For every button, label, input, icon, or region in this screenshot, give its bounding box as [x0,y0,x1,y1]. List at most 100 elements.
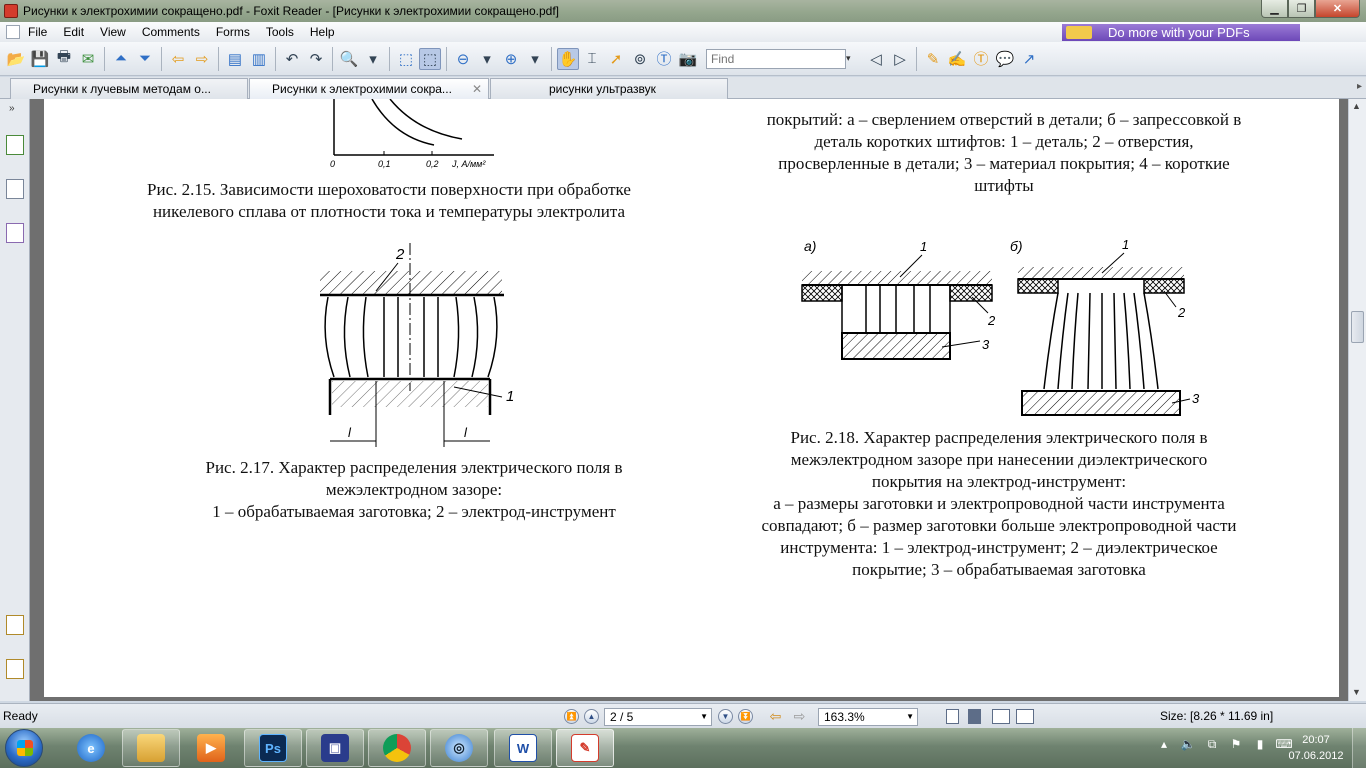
first-page-icon[interactable]: ⏫ [564,709,579,724]
find-next-icon[interactable]: ▷ [889,48,911,70]
select-text-icon[interactable]: ⌶ [581,48,603,70]
menu-view[interactable]: View [92,22,134,42]
taskbar-network[interactable]: ◎ [430,729,488,767]
zoom-dropdown-icon[interactable]: ▼ [906,712,914,721]
redo-icon[interactable]: ↷ [305,48,327,70]
menu-forms[interactable]: Forms [208,22,258,42]
promo-banner[interactable]: Do more with your PDFs [1062,24,1300,41]
show-desktop-button[interactable] [1352,728,1366,768]
scrollbar-thumb[interactable] [1351,311,1364,343]
pencil-tool-icon[interactable]: ✎ [922,48,944,70]
hand-tool-icon[interactable]: ✋ [557,47,579,70]
taskbar-media-player[interactable]: ▶ [182,729,240,767]
tab-close-icon[interactable]: ✕ [472,79,482,99]
system-clock[interactable]: 20:07 07.06.2012 [1288,732,1344,764]
scroll-down-icon[interactable]: ▼ [1352,687,1361,697]
menu-edit[interactable]: Edit [55,22,92,42]
single-page-view-icon[interactable] [946,709,959,724]
network-status-icon[interactable]: ⧉ [1204,736,1220,752]
forward-icon[interactable]: ⇨ [191,48,213,70]
arrow-tool-icon[interactable]: ↗ [1018,48,1040,70]
next-page-status-icon[interactable]: ▼ [718,709,733,724]
pages-thumbnails-icon[interactable] [6,179,24,199]
taskbar-foxit[interactable]: ✎ [556,729,614,767]
tab-scroll-right-icon[interactable]: ▸ [1357,81,1362,92]
print-icon[interactable]: 🖶 [53,48,75,70]
continuous-page-icon[interactable]: ▥ [248,48,270,70]
expand-panel-icon[interactable]: » [9,103,15,114]
bookmarks-icon[interactable] [6,135,24,155]
zoom-dropdown-icon[interactable]: ▾ [362,48,384,70]
axis-label-j: J, А/мм² [451,159,486,169]
attachments-icon[interactable] [6,659,24,679]
previous-page-icon[interactable]: ⏶ [110,48,132,70]
zoom-level-field[interactable]: 163.3% ▼ [818,708,918,726]
layers-icon[interactable] [6,223,24,243]
comment-tool-icon[interactable]: 💬 [994,48,1016,70]
find-previous-icon[interactable]: ◁ [865,48,887,70]
toolbar-separator [389,46,390,71]
menu-tools[interactable]: Tools [258,22,302,42]
previous-view-icon[interactable]: ⇦ [768,708,783,724]
find-input[interactable] [706,48,846,69]
menu-comments[interactable]: Comments [134,22,208,42]
prev-page-icon[interactable]: ▲ [584,709,599,724]
open-icon[interactable]: 📂 [5,48,27,70]
note-tool-icon[interactable]: ✍ [946,48,968,70]
fit-page-icon[interactable]: ⬚ [395,48,417,70]
vertical-scrollbar[interactable]: ▲ ▼ [1348,99,1366,701]
document-viewport[interactable]: 0 0,1 0,2 J, А/мм² Рис. 2.15. Зависимост… [30,99,1348,701]
comments-panel-icon[interactable] [6,615,24,635]
tab-ultrasound[interactable]: рисунки ультразвук [490,78,728,99]
taskbar-explorer[interactable] [122,729,180,767]
taskbar-ie[interactable]: e [62,729,120,767]
undo-icon[interactable]: ↶ [281,48,303,70]
next-page-icon[interactable]: ⏷ [134,48,156,70]
email-icon[interactable]: ✉ [77,48,99,70]
page-dropdown-icon[interactable]: ▼ [700,712,708,721]
continuous-view-icon[interactable] [968,709,981,724]
menu-help[interactable]: Help [302,22,343,42]
facing-view-icon[interactable] [992,709,1010,724]
foxit-app-icon[interactable] [4,4,18,18]
back-icon[interactable]: ⇦ [167,48,189,70]
fit-width-icon[interactable]: ⬚ [419,47,441,70]
maximize-button[interactable]: ❐ [1288,0,1315,18]
save-icon[interactable]: 💾 [29,48,51,70]
document-menu-icon[interactable] [6,25,20,39]
snapshot-icon[interactable]: 📷 [677,48,699,70]
find-dropdown-icon[interactable]: ▾ [846,53,858,64]
last-page-icon[interactable]: ⏬ [738,709,753,724]
figure-2-15-caption: Рис. 2.15. Зависимости шероховатости пов… [99,179,679,223]
taskbar-word[interactable]: W [494,729,552,767]
zoom-in-dropdown-icon[interactable]: ▾ [524,48,546,70]
menu-file[interactable]: File [20,22,55,42]
zoom-out-icon[interactable]: ⊖ [452,48,474,70]
find-binoculars-icon[interactable]: ⊚ [629,48,651,70]
minimize-button[interactable]: ▁ [1261,0,1288,18]
select-annotation-icon[interactable]: ➚ [605,48,627,70]
taskbar-chrome[interactable] [368,729,426,767]
zoom-in-icon[interactable]: ⊕ [500,48,522,70]
next-view-icon[interactable]: ⇨ [792,708,807,724]
action-center-icon[interactable]: ⚑ [1228,736,1244,752]
continuous-facing-view-icon[interactable] [1016,709,1034,724]
page-number-field[interactable]: 2 / 5 ▼ [604,708,712,726]
zoom-tool-icon[interactable]: 🔍 [338,48,360,70]
close-button[interactable]: ✕ [1315,0,1360,18]
tab-luchevye[interactable]: Рисунки к лучевым методам о... [10,78,248,99]
start-button[interactable] [5,729,43,767]
toolbar-separator [104,46,105,71]
fig217-label-l: l [464,425,468,440]
typewriter-icon[interactable]: Ⓣ [653,48,675,70]
tray-expand-icon[interactable]: ▴ [1156,736,1172,752]
textbox-tool-icon[interactable]: Ⓣ [970,48,992,70]
single-page-icon[interactable]: ▤ [224,48,246,70]
taskbar-photoshop[interactable]: Ps [244,729,302,767]
taskbar-floppy[interactable]: ▣ [306,729,364,767]
zoom-out-dropdown-icon[interactable]: ▾ [476,48,498,70]
volume-icon[interactable]: 🔈 [1180,736,1196,752]
scroll-up-icon[interactable]: ▲ [1352,101,1361,111]
power-icon[interactable]: ▮ [1252,736,1268,752]
tab-electrochemistry[interactable]: Рисунки к электрохимии сокра... ✕ [249,78,489,99]
